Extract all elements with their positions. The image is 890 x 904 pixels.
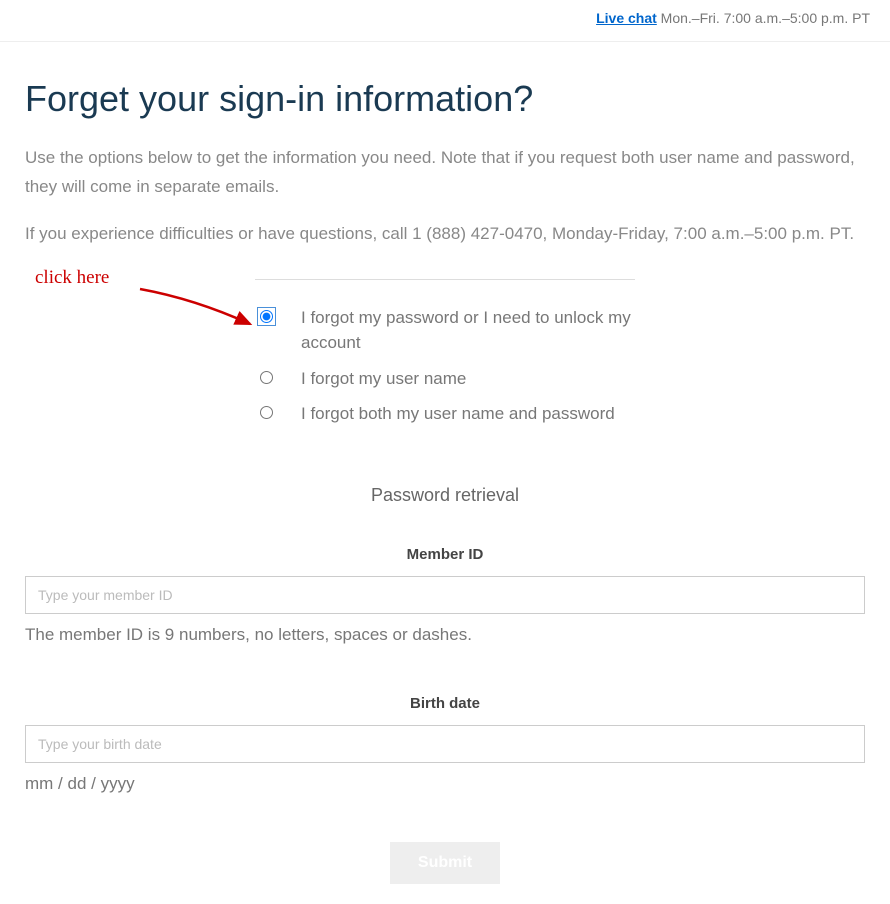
- radio-option-username[interactable]: I forgot my user name: [260, 366, 865, 392]
- submit-button[interactable]: Submit: [390, 842, 500, 884]
- top-bar: Live chat Mon.–Fri. 7:00 a.m.–5:00 p.m. …: [0, 0, 890, 42]
- radio-username-input[interactable]: [260, 371, 273, 384]
- radio-option-password[interactable]: I forgot my password or I need to unlock…: [260, 305, 865, 356]
- radio-both-label: I forgot both my user name and password: [301, 401, 615, 427]
- member-id-field-block: Member ID The member ID is 9 numbers, no…: [25, 544, 865, 648]
- live-chat-hours: Mon.–Fri. 7:00 a.m.–5:00 p.m. PT: [657, 10, 870, 26]
- radio-username-label: I forgot my user name: [301, 366, 466, 392]
- birth-date-input[interactable]: [25, 725, 865, 763]
- annotation-label: click here: [35, 264, 109, 293]
- member-id-input[interactable]: [25, 576, 865, 614]
- birth-date-label: Birth date: [25, 693, 865, 716]
- radio-option-both[interactable]: I forgot both my user name and password: [260, 401, 865, 427]
- live-chat-link[interactable]: Live chat: [596, 10, 657, 26]
- birth-date-helper: mm / dd / yyyy: [25, 771, 865, 797]
- page-title: Forget your sign-in information?: [25, 72, 865, 126]
- radio-password-label: I forgot my password or I need to unlock…: [301, 305, 641, 356]
- intro-text-2: If you experience difficulties or have q…: [25, 220, 865, 249]
- radio-both-input[interactable]: [260, 406, 273, 419]
- member-id-helper: The member ID is 9 numbers, no letters, …: [25, 622, 865, 648]
- member-id-label: Member ID: [25, 544, 865, 567]
- divider: [255, 279, 635, 280]
- options-area: click here I forgot my password or I nee…: [25, 279, 865, 427]
- intro-text-1: Use the options below to get the informa…: [25, 144, 865, 202]
- birth-date-field-block: Birth date mm / dd / yyyy: [25, 693, 865, 797]
- annotation-arrow-icon: [135, 284, 265, 334]
- section-title: Password retrieval: [25, 482, 865, 509]
